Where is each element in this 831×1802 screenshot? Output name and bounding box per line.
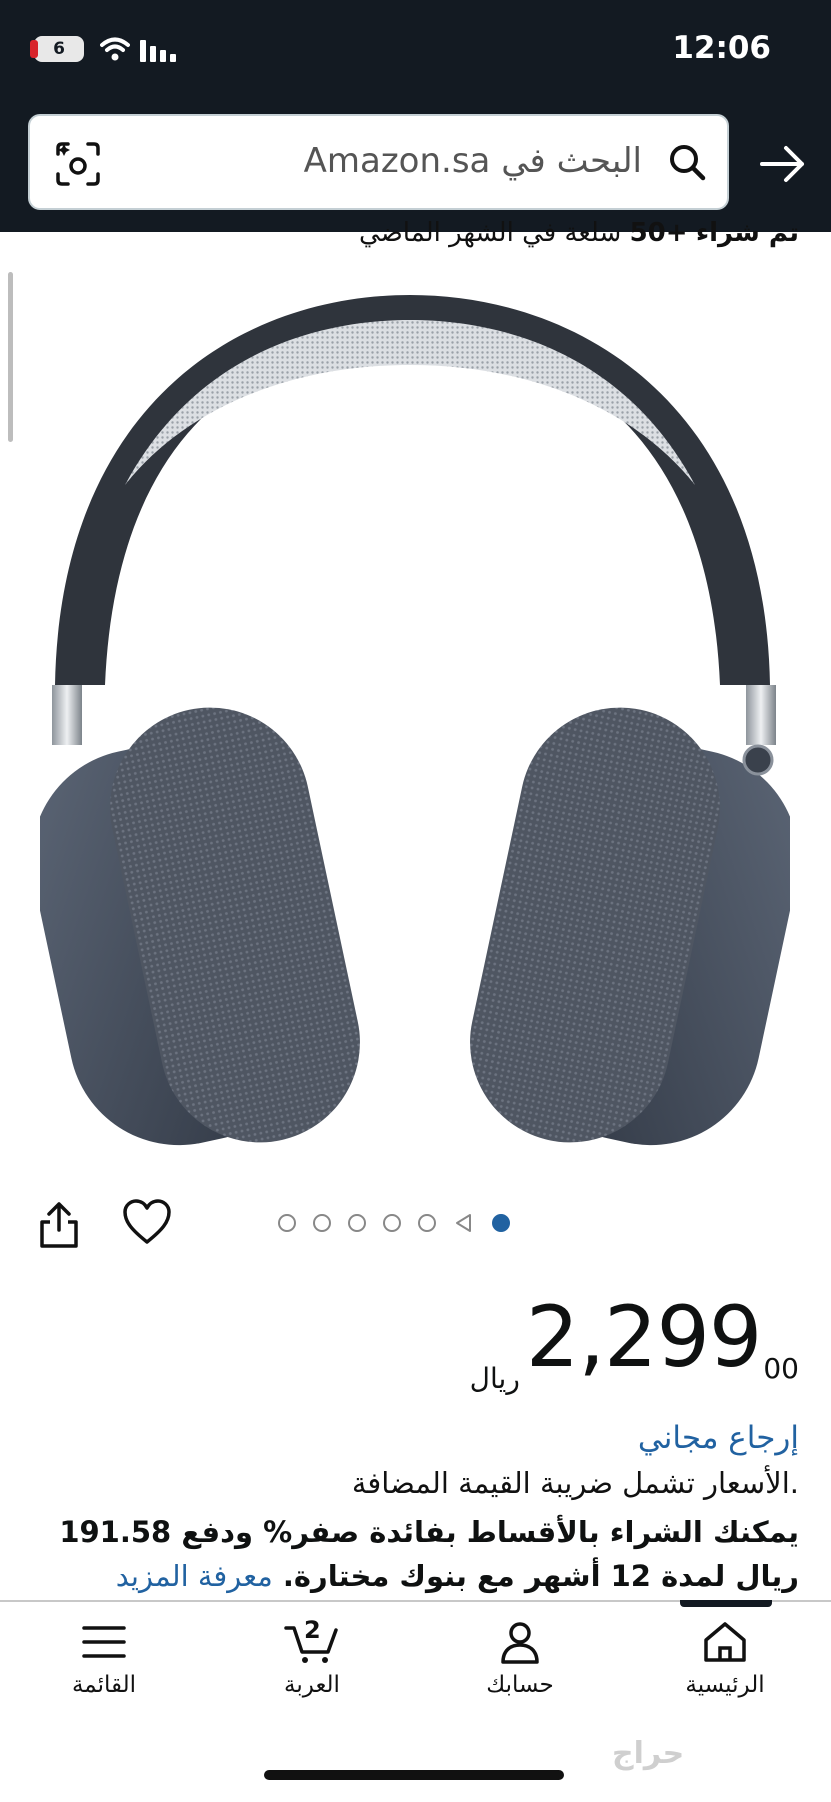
nav-menu-label: القائمة	[71, 1672, 137, 1698]
carousel-dot[interactable]	[383, 1214, 401, 1232]
search-icon[interactable]	[665, 140, 709, 184]
carousel-dot[interactable]	[278, 1214, 296, 1232]
learn-more-link[interactable]: معرفة المزيد	[116, 1559, 273, 1593]
video-play-icon[interactable]	[453, 1212, 475, 1234]
carousel-dot[interactable]	[313, 1214, 331, 1232]
price-currency: ريال	[469, 1362, 520, 1395]
image-carousel-indicator[interactable]	[278, 1210, 510, 1236]
carousel-dot[interactable]	[418, 1214, 436, 1232]
purchase-count-number: +50	[629, 218, 688, 248]
active-tab-indicator	[680, 1600, 772, 1607]
home-indicator[interactable]	[264, 1770, 564, 1780]
nav-home[interactable]: الرئيسية	[645, 1620, 805, 1720]
purchase-count-prefix: تم شراء	[695, 218, 799, 248]
search-input[interactable]: البحث في Amazon.sa	[304, 141, 642, 181]
carousel-dot-active[interactable]	[492, 1214, 510, 1232]
home-icon	[704, 1622, 746, 1662]
wifi-icon	[100, 37, 130, 61]
scrollbar[interactable]	[8, 272, 13, 442]
nav-cart-label: العربة	[284, 1672, 340, 1698]
nav-home-label: الرئيسية	[685, 1672, 765, 1698]
cellular-signal-icon	[140, 40, 176, 62]
nav-account[interactable]: حسابك	[440, 1620, 600, 1720]
watermark-logo: حراج	[612, 1736, 685, 1771]
cart-count-badge: 2	[304, 1616, 321, 1644]
price: ريال 2,299 00	[470, 1288, 799, 1395]
share-icon[interactable]	[36, 1200, 82, 1250]
installment-offer: يمكنك الشراء بالأقساط بفائدة صفر% ودفع 1…	[29, 1510, 799, 1598]
user-icon	[501, 1622, 539, 1664]
carousel-dot[interactable]	[348, 1214, 366, 1232]
battery-level: 6	[53, 39, 65, 59]
product-image-headphones[interactable]	[40, 285, 790, 1165]
free-returns-link[interactable]: إرجاع مجاني	[638, 1420, 799, 1456]
nav-cart[interactable]: 2 العربة	[232, 1616, 392, 1720]
heart-icon[interactable]	[122, 1198, 172, 1246]
vat-note: .الأسعار تشمل ضريبة القيمة المضافة	[351, 1466, 799, 1500]
arrow-right-icon[interactable]	[756, 142, 810, 186]
status-time: 12:06	[672, 30, 771, 66]
battery-indicator: 6	[30, 36, 84, 62]
purchase-count-suffix: سلعة في الشهر الماضي	[359, 218, 622, 248]
nav-menu[interactable]: القائمة	[24, 1620, 184, 1720]
price-fraction: 00	[763, 1352, 799, 1385]
price-whole: 2,299	[525, 1288, 762, 1386]
search-bar[interactable]: البحث في Amazon.sa	[28, 114, 729, 210]
purchase-count-text: تم شراء +50 سلعة في الشهر الماضي	[359, 218, 799, 248]
nav-account-label: حسابك	[486, 1672, 554, 1698]
visual-search-camera-icon[interactable]	[52, 138, 104, 190]
menu-icon	[82, 1626, 126, 1658]
